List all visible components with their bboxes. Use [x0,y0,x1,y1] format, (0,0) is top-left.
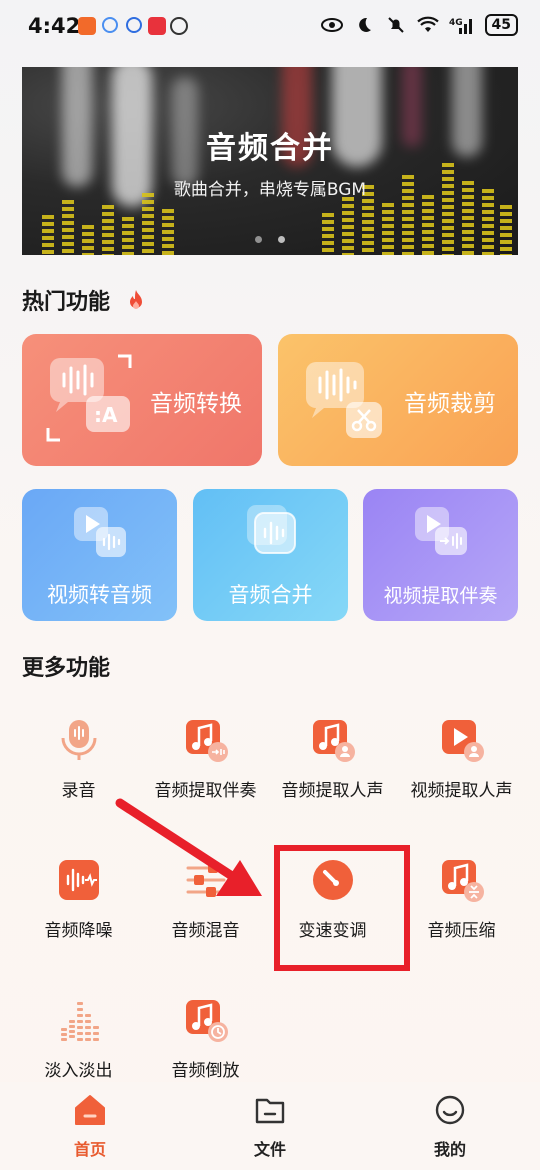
audio-extract-accomp-item[interactable]: 音频提取伴奏 [138,718,273,801]
more-section-title: 更多功能 [22,656,111,681]
video-to-audio-label: 视频转音频 [47,583,152,607]
nav-home-label: 首页 [73,1140,106,1159]
fire-icon [126,289,146,317]
svg-text::A: :A [94,403,118,427]
nav-mine[interactable]: 我的 [390,1094,510,1160]
home-icon [75,1095,105,1125]
video-extract-accomp-icon [413,503,469,563]
reverse-icon [185,1000,228,1042]
noise-reduction-label: 音频降噪 [44,921,113,941]
fade-icon [60,1002,99,1041]
fade-label: 淡入淡出 [44,1061,113,1081]
noise-reduction-item[interactable]: 音频降噪 [11,858,146,941]
status-bar: 4:42 4G 45 [0,0,540,56]
record-label: 录音 [61,781,96,801]
audio-cut-card[interactable]: 音频裁剪 [278,334,518,466]
audio-extract-vocal-item[interactable]: 音频提取人声 [265,718,400,801]
nav-files-label: 文件 [253,1140,286,1159]
banner-title: 音频合并 [206,131,334,166]
microphone-icon [61,720,96,760]
app-notification-icon [78,17,96,35]
audio-extract-accomp-label: 音频提取伴奏 [154,781,257,801]
gauge-notification-icon [170,17,188,35]
browser-notification-icon [126,17,142,33]
banner-carousel[interactable]: 音频合并 歌曲合并，串烧专属BGM [22,67,518,255]
bottom-nav: 首页 文件 我的 [0,1082,540,1170]
battery-indicator: 45 [484,14,518,36]
nav-files[interactable]: 文件 [210,1094,330,1160]
highlight-box [274,845,410,971]
noise-reduction-icon [58,860,99,900]
video-to-audio-card[interactable]: 视频转音频 [22,489,177,621]
video-extract-vocal-item[interactable]: 视频提取人声 [394,718,529,801]
music-vocal-icon [312,720,355,762]
audio-compress-label: 音频压缩 [427,921,496,941]
audio-convert-label: 音频转换 [150,391,242,417]
audio-reverse-item[interactable]: 音频倒放 [138,998,273,1081]
audio-extract-vocal-label: 音频提取人声 [281,781,384,801]
audio-convert-icon: :A [46,354,152,450]
moon-icon [353,15,375,35]
audio-merge-card[interactable]: 音频合并 [193,489,348,621]
audio-cut-icon [302,356,392,450]
message-notification-icon [148,17,166,35]
audio-mix-item[interactable]: 音频混音 [138,858,273,941]
audio-convert-card[interactable]: :A 音频转换 [22,334,262,466]
hot-section-label: 热门功能 [22,290,111,315]
carousel-dot-active [278,236,285,243]
hot-section-title: 热门功能 [22,284,146,317]
record-item[interactable]: 录音 [11,718,146,801]
audio-reverse-label: 音频倒放 [171,1061,240,1081]
compress-icon [441,860,484,902]
audio-merge-label: 音频合并 [228,583,313,607]
eye-icon [320,15,343,35]
folder-icon [255,1098,285,1124]
wifi-icon [416,15,439,35]
signal-icon: 4G [449,15,475,35]
carousel-dot [255,236,262,243]
audio-cut-label: 音频裁剪 [404,391,496,417]
cloud-notification-icon [102,17,118,33]
banner-subtitle: 歌曲合并，串烧专属BGM [173,180,367,200]
status-time: 4:42 [28,14,81,38]
smile-icon [435,1095,465,1125]
music-accompaniment-icon [185,720,228,762]
nav-mine-label: 我的 [433,1140,466,1159]
video-to-audio-icon [72,503,128,563]
video-extract-accomp-label: 视频提取伴奏 [383,585,498,607]
mute-bell-icon [385,15,407,35]
video-extract-accomp-card[interactable]: 视频提取伴奏 [363,489,518,621]
carousel-dots [22,236,518,243]
audio-compress-item[interactable]: 音频压缩 [394,858,529,941]
mixer-icon [186,863,225,897]
fade-item[interactable]: 淡入淡出 [11,998,146,1081]
nav-home[interactable]: 首页 [30,1094,150,1160]
audio-mix-label: 音频混音 [171,921,240,941]
audio-merge-icon [243,503,299,563]
network-type: 4G [449,18,463,28]
video-vocal-icon [441,720,484,762]
video-extract-vocal-label: 视频提取人声 [410,781,513,801]
